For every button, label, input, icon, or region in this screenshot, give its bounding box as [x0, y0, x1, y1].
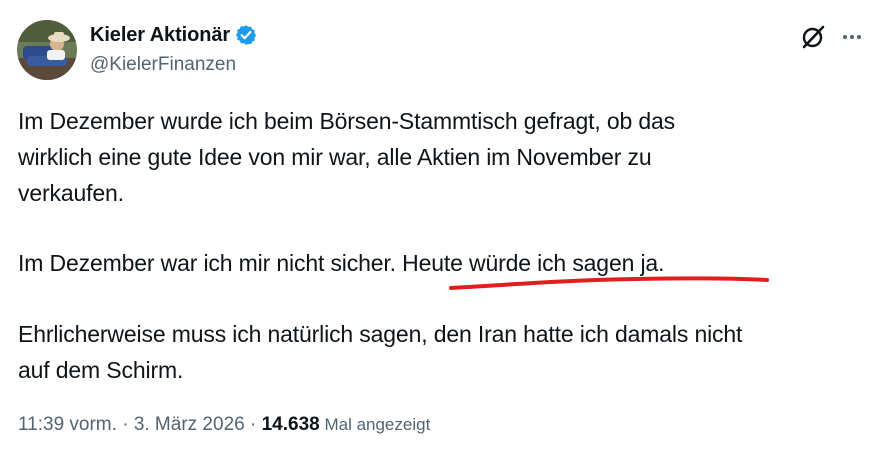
author-display-name[interactable]: Kieler Aktionär: [90, 24, 230, 47]
tweet-paragraph-1: Im Dezember wurde ich beim Börsen-Stammt…: [18, 103, 878, 211]
tweet-text-line: Ehrlicherweise muss ich natürlich sagen,…: [18, 321, 743, 347]
tweet-text-line: auf dem Schirm.: [18, 357, 184, 383]
tweet-date[interactable]: 3. März 2026: [134, 414, 245, 435]
avatar[interactable]: [17, 20, 77, 80]
tweet-text-line: wirklich eine gute Idee von mir war, all…: [18, 144, 652, 170]
author-handle[interactable]: @KielerFinanzen: [90, 54, 236, 76]
views-count[interactable]: 14.638: [262, 414, 320, 435]
tweet-meta: 11:39 vorm. · 3. März 2026 · 14.638 Mal …: [18, 414, 430, 436]
meta-separator: ·: [116, 414, 134, 435]
verified-badge-icon: [235, 24, 257, 46]
more-options-icon[interactable]: [841, 27, 863, 47]
tweet-paragraph-3: Ehrlicherweise muss ich natürlich sagen,…: [18, 316, 878, 388]
red-underline-annotation: [449, 276, 769, 290]
author-name-row[interactable]: Kieler Aktionär: [90, 22, 257, 48]
tweet-text-segment: Im Dezember war ich mir nicht sicher.: [18, 250, 403, 276]
grok-icon[interactable]: [800, 24, 826, 50]
tweet-text-line: Im Dezember wurde ich beim Börsen-Stammt…: [18, 108, 675, 134]
tweet-card: Kieler Aktionär @KielerFinanzen Im Dezem…: [0, 0, 886, 454]
tweet-time[interactable]: 11:39 vorm.: [18, 414, 117, 435]
meta-separator: ·: [244, 414, 262, 435]
tweet-text-line: verkaufen.: [18, 180, 124, 206]
views-label: Mal angezeigt: [319, 415, 431, 434]
